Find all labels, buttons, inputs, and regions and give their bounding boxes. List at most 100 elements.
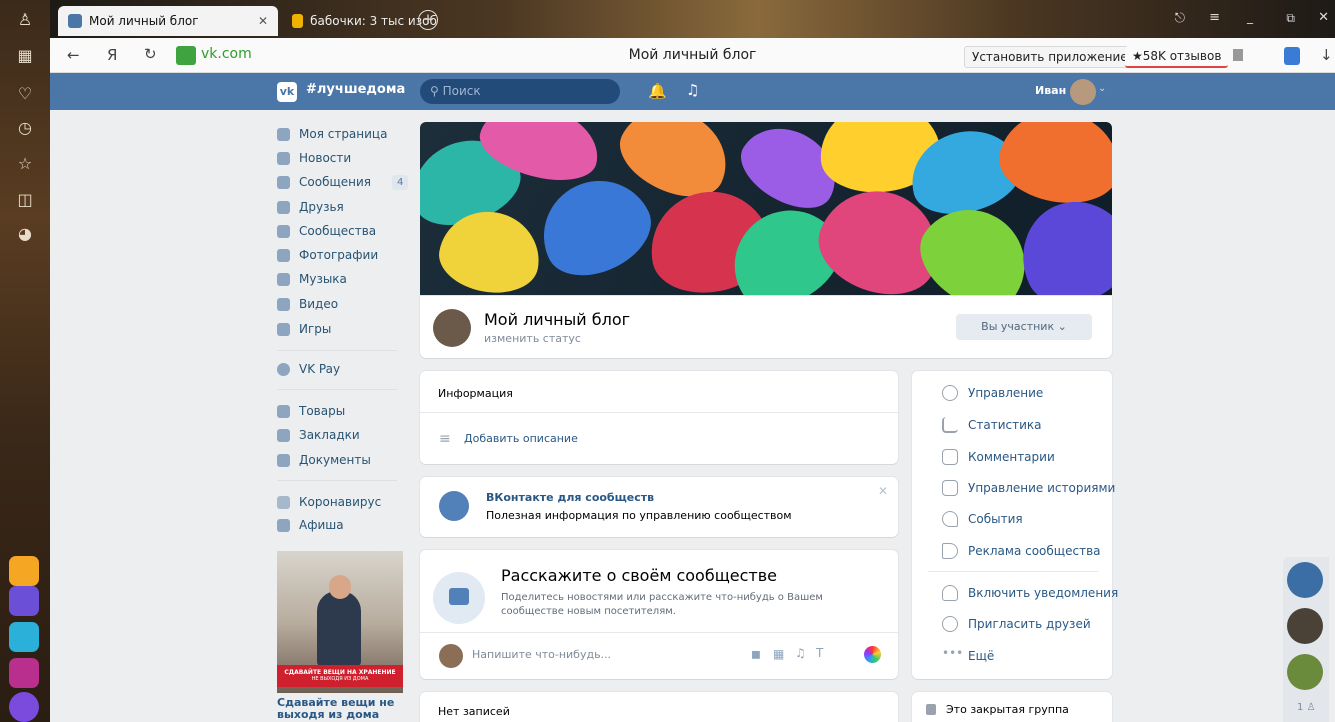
vk-logo-icon[interactable]: vk — [277, 82, 297, 102]
post-input[interactable]: Напишите что-нибудь... — [472, 648, 611, 661]
video-icon[interactable]: ▦ — [773, 647, 784, 661]
promo-title[interactable]: ВКонтакте для сообществ — [486, 491, 654, 504]
hashtag-link[interactable]: #лучшедома — [306, 82, 405, 97]
right-item-stories[interactable]: Управление историями — [942, 477, 1115, 499]
right-item-notifications[interactable]: Включить уведомления — [942, 582, 1118, 604]
mail-app-icon[interactable] — [9, 556, 39, 586]
right-item-stats[interactable]: Статистика — [942, 414, 1042, 436]
menu-item-communities[interactable]: Сообщества — [277, 220, 376, 242]
bell-icon[interactable]: ♡ — [13, 82, 37, 106]
description-icon: ≡ — [439, 431, 451, 447]
menu-item-events[interactable]: Афиша — [277, 514, 344, 536]
no-posts-text: Нет записей — [438, 705, 510, 718]
bookmark-icon[interactable] — [1233, 49, 1243, 61]
menu-label: Моя страница — [299, 127, 388, 141]
profile-icon[interactable]: ♙ — [13, 8, 37, 32]
tell-card: Расскажите о своём сообществе Поделитесь… — [420, 550, 898, 679]
menu-icon[interactable]: ≡ — [1209, 10, 1220, 25]
right-item-more[interactable]: ••• Ещё — [942, 645, 994, 667]
ad-image[interactable]: СДАВАЙТЕ ВЕЩИ НА ХРАНЕНИЕ НЕ ВЫХОДЯ ИЗ Д… — [277, 551, 403, 693]
right-item-label: Включить уведомления — [968, 586, 1119, 600]
menu-item-vkpay[interactable]: VK Pay — [277, 358, 340, 380]
menu-item-messages[interactable]: Сообщения 4 — [277, 171, 409, 193]
music-icon[interactable]: ♫ — [686, 81, 699, 99]
coronavirus-icon — [277, 495, 290, 509]
downloads-icon[interactable]: ⎋ — [1175, 11, 1185, 26]
address-bar: ← Я ↻ vk.com Мой личный блог Установить … — [50, 38, 1335, 73]
music-app-icon[interactable] — [9, 658, 39, 688]
collections-icon[interactable]: ◫ — [13, 188, 37, 212]
menu-item-video[interactable]: Видео — [277, 293, 338, 315]
messenger-app-icon[interactable] — [9, 586, 39, 616]
tell-text: Поделитесь новостями или расскажите что-… — [501, 592, 823, 617]
group-avatar[interactable] — [433, 309, 471, 347]
menu-item-music[interactable]: Музыка — [277, 268, 347, 290]
media-icon[interactable]: ◕ — [13, 222, 37, 246]
user-icon: ♙ — [1306, 702, 1316, 713]
menu-label: VK Pay — [299, 362, 341, 376]
closed-group-card: Это закрытая группа — [912, 692, 1112, 722]
lock-icon — [926, 704, 936, 715]
close-icon[interactable]: ✕ — [258, 14, 268, 28]
right-item-label: Пригласить друзей — [968, 617, 1091, 631]
menu-item-bookmarks[interactable]: Закладки — [277, 424, 360, 446]
notifications-icon[interactable]: 🔔 — [648, 82, 667, 100]
window-close-icon[interactable]: ✕ — [1318, 10, 1329, 25]
cover-image — [420, 122, 1112, 296]
menu-item-goods[interactable]: Товары — [277, 400, 345, 422]
extension-icon[interactable] — [1284, 47, 1300, 65]
music-icon[interactable]: ♫ — [795, 646, 806, 660]
article-icon[interactable]: T — [816, 646, 823, 660]
ad-caption[interactable]: Сдавайте вещи не выходя из дома — [277, 697, 397, 721]
install-app-button[interactable]: Установить приложение — [964, 46, 1136, 68]
right-item-invite[interactable]: Пригласить друзей — [942, 613, 1091, 635]
history-icon[interactable]: ◷ — [13, 116, 37, 140]
info-card: Информация ≡ Добавить описание — [420, 371, 898, 464]
chat-avatar[interactable] — [1287, 608, 1323, 644]
communities-icon — [277, 224, 290, 238]
member-button[interactable]: Вы участник ⌄ — [956, 314, 1092, 340]
menu-item-games[interactable]: Игры — [277, 318, 331, 340]
tab-active[interactable]: Мой личный блог ✕ — [58, 6, 278, 36]
download-icon[interactable]: ↓ — [1320, 46, 1333, 64]
new-tab-button[interactable]: + — [418, 10, 438, 30]
menu-item-my-page[interactable]: Моя страница — [277, 123, 387, 145]
send-app-icon[interactable] — [9, 622, 39, 652]
search-input[interactable]: ⚲ Поиск — [420, 79, 620, 104]
add-description-link[interactable]: Добавить описание — [464, 432, 578, 445]
chat-avatar[interactable] — [1287, 654, 1323, 690]
friends-icon — [277, 200, 290, 214]
news-icon — [277, 151, 290, 165]
image-favicon-icon — [292, 14, 304, 28]
chevron-down-icon[interactable]: ⌄ — [1098, 83, 1106, 94]
add-user-icon — [942, 616, 958, 632]
avatar[interactable] — [1070, 79, 1096, 105]
menu-item-documents[interactable]: Документы — [277, 449, 371, 471]
poster-icon[interactable] — [864, 646, 881, 663]
alice-icon[interactable] — [9, 692, 39, 722]
minimize-icon[interactable]: _ — [1247, 10, 1253, 24]
restore-icon[interactable]: ⧉ — [1286, 11, 1295, 26]
reviews-button[interactable]: ★58K отзывов — [1125, 46, 1229, 68]
info-title: Информация — [438, 387, 513, 400]
right-item-comments[interactable]: Комментарии — [942, 446, 1055, 468]
menu-item-news[interactable]: Новости — [277, 147, 351, 169]
photo-icon[interactable]: ◼ — [751, 647, 761, 661]
right-item-ads[interactable]: Реклама сообщества — [942, 540, 1101, 562]
menu-item-coronavirus[interactable]: Коронавирус — [277, 491, 381, 513]
more-icon: ••• — [942, 646, 964, 660]
chat-avatar[interactable] — [1287, 562, 1323, 598]
change-status-link[interactable]: изменить статус — [484, 332, 581, 345]
apps-grid-icon[interactable]: ▦ — [13, 44, 37, 68]
right-item-manage[interactable]: Управление — [942, 382, 1043, 404]
ad-person — [317, 591, 361, 666]
star-icon[interactable]: ☆ — [13, 152, 37, 176]
menu-item-friends[interactable]: Друзья — [277, 196, 344, 218]
events-icon — [942, 511, 958, 527]
menu-item-photos[interactable]: Фотографии — [277, 244, 378, 266]
user-name[interactable]: Иван — [1035, 84, 1066, 97]
close-icon[interactable]: ✕ — [878, 484, 888, 498]
menu-label: Товары — [299, 404, 346, 418]
right-item-events[interactable]: События — [942, 508, 1023, 530]
community-icon — [439, 491, 469, 521]
